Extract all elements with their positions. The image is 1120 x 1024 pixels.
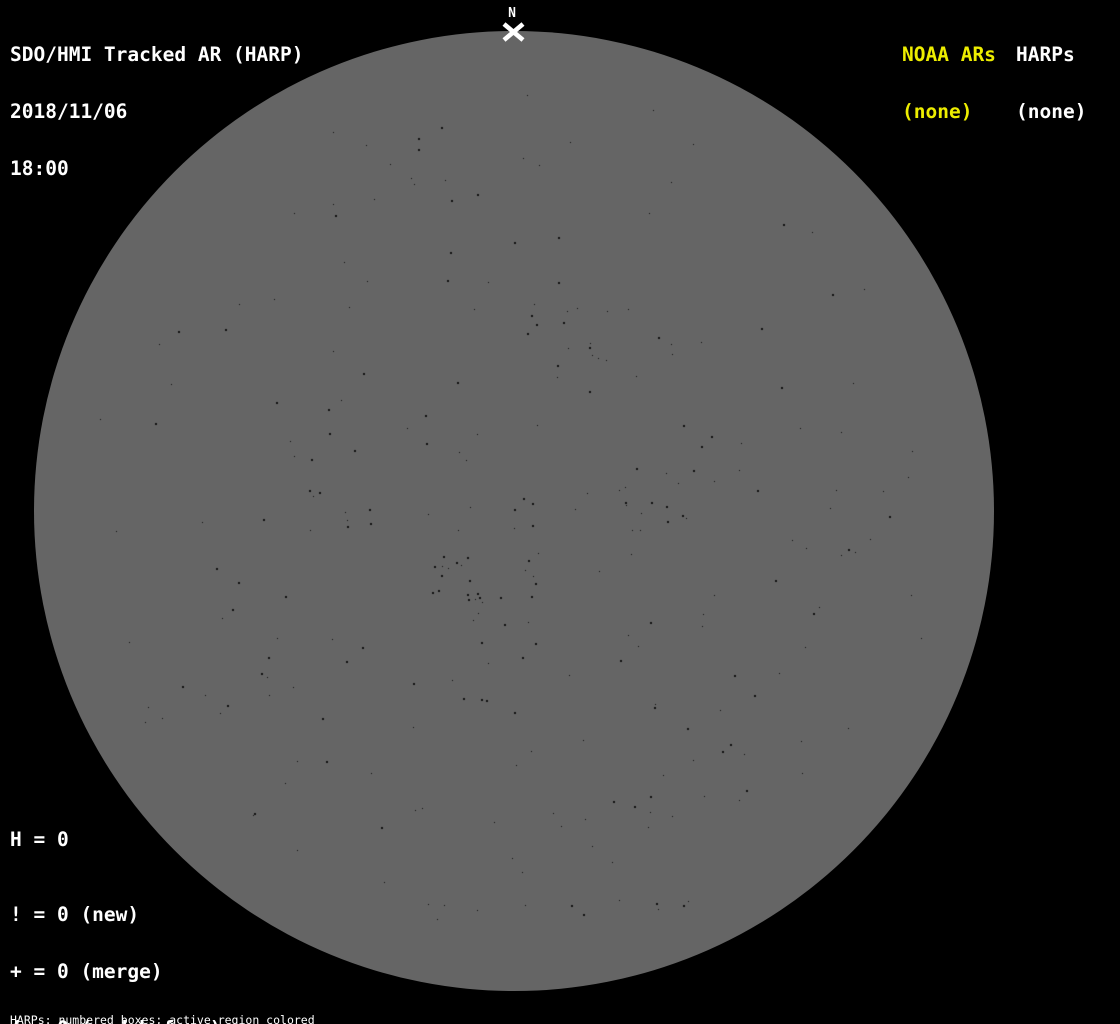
page-title: SDO/HMI Tracked AR (HARP) (10, 43, 304, 66)
noaa-ars-status: NOAA ARs (none) (902, 7, 996, 159)
harp-count: H = 0 (10, 828, 69, 851)
north-label: N (508, 6, 516, 21)
harp-frame: SDO/HMI Tracked AR (HARP) 2018/11/06 18:… (0, 0, 1120, 1024)
observation-time: 18:00 (10, 157, 69, 180)
legend-item-new: ! = 0 (new) (10, 903, 140, 926)
caption-harps: HARPs: numbered boxes; active region col… (10, 1013, 315, 1024)
harps-value: (none) (1016, 100, 1087, 123)
noaa-ars-label: NOAA ARs (902, 43, 996, 66)
legend-item-merge: + = 0 (merge) (10, 960, 163, 983)
noaa-ars-value: (none) (902, 100, 973, 123)
header: SDO/HMI Tracked AR (HARP) 2018/11/06 18:… (10, 7, 304, 216)
caption: HARPs: numbered boxes; active region col… (10, 990, 412, 1024)
harps-label: HARPs (1016, 43, 1075, 66)
harps-status: HARPs (none) (1016, 7, 1086, 159)
observation-date: 2018/11/06 (10, 100, 128, 123)
north-cross-icon (502, 22, 525, 42)
